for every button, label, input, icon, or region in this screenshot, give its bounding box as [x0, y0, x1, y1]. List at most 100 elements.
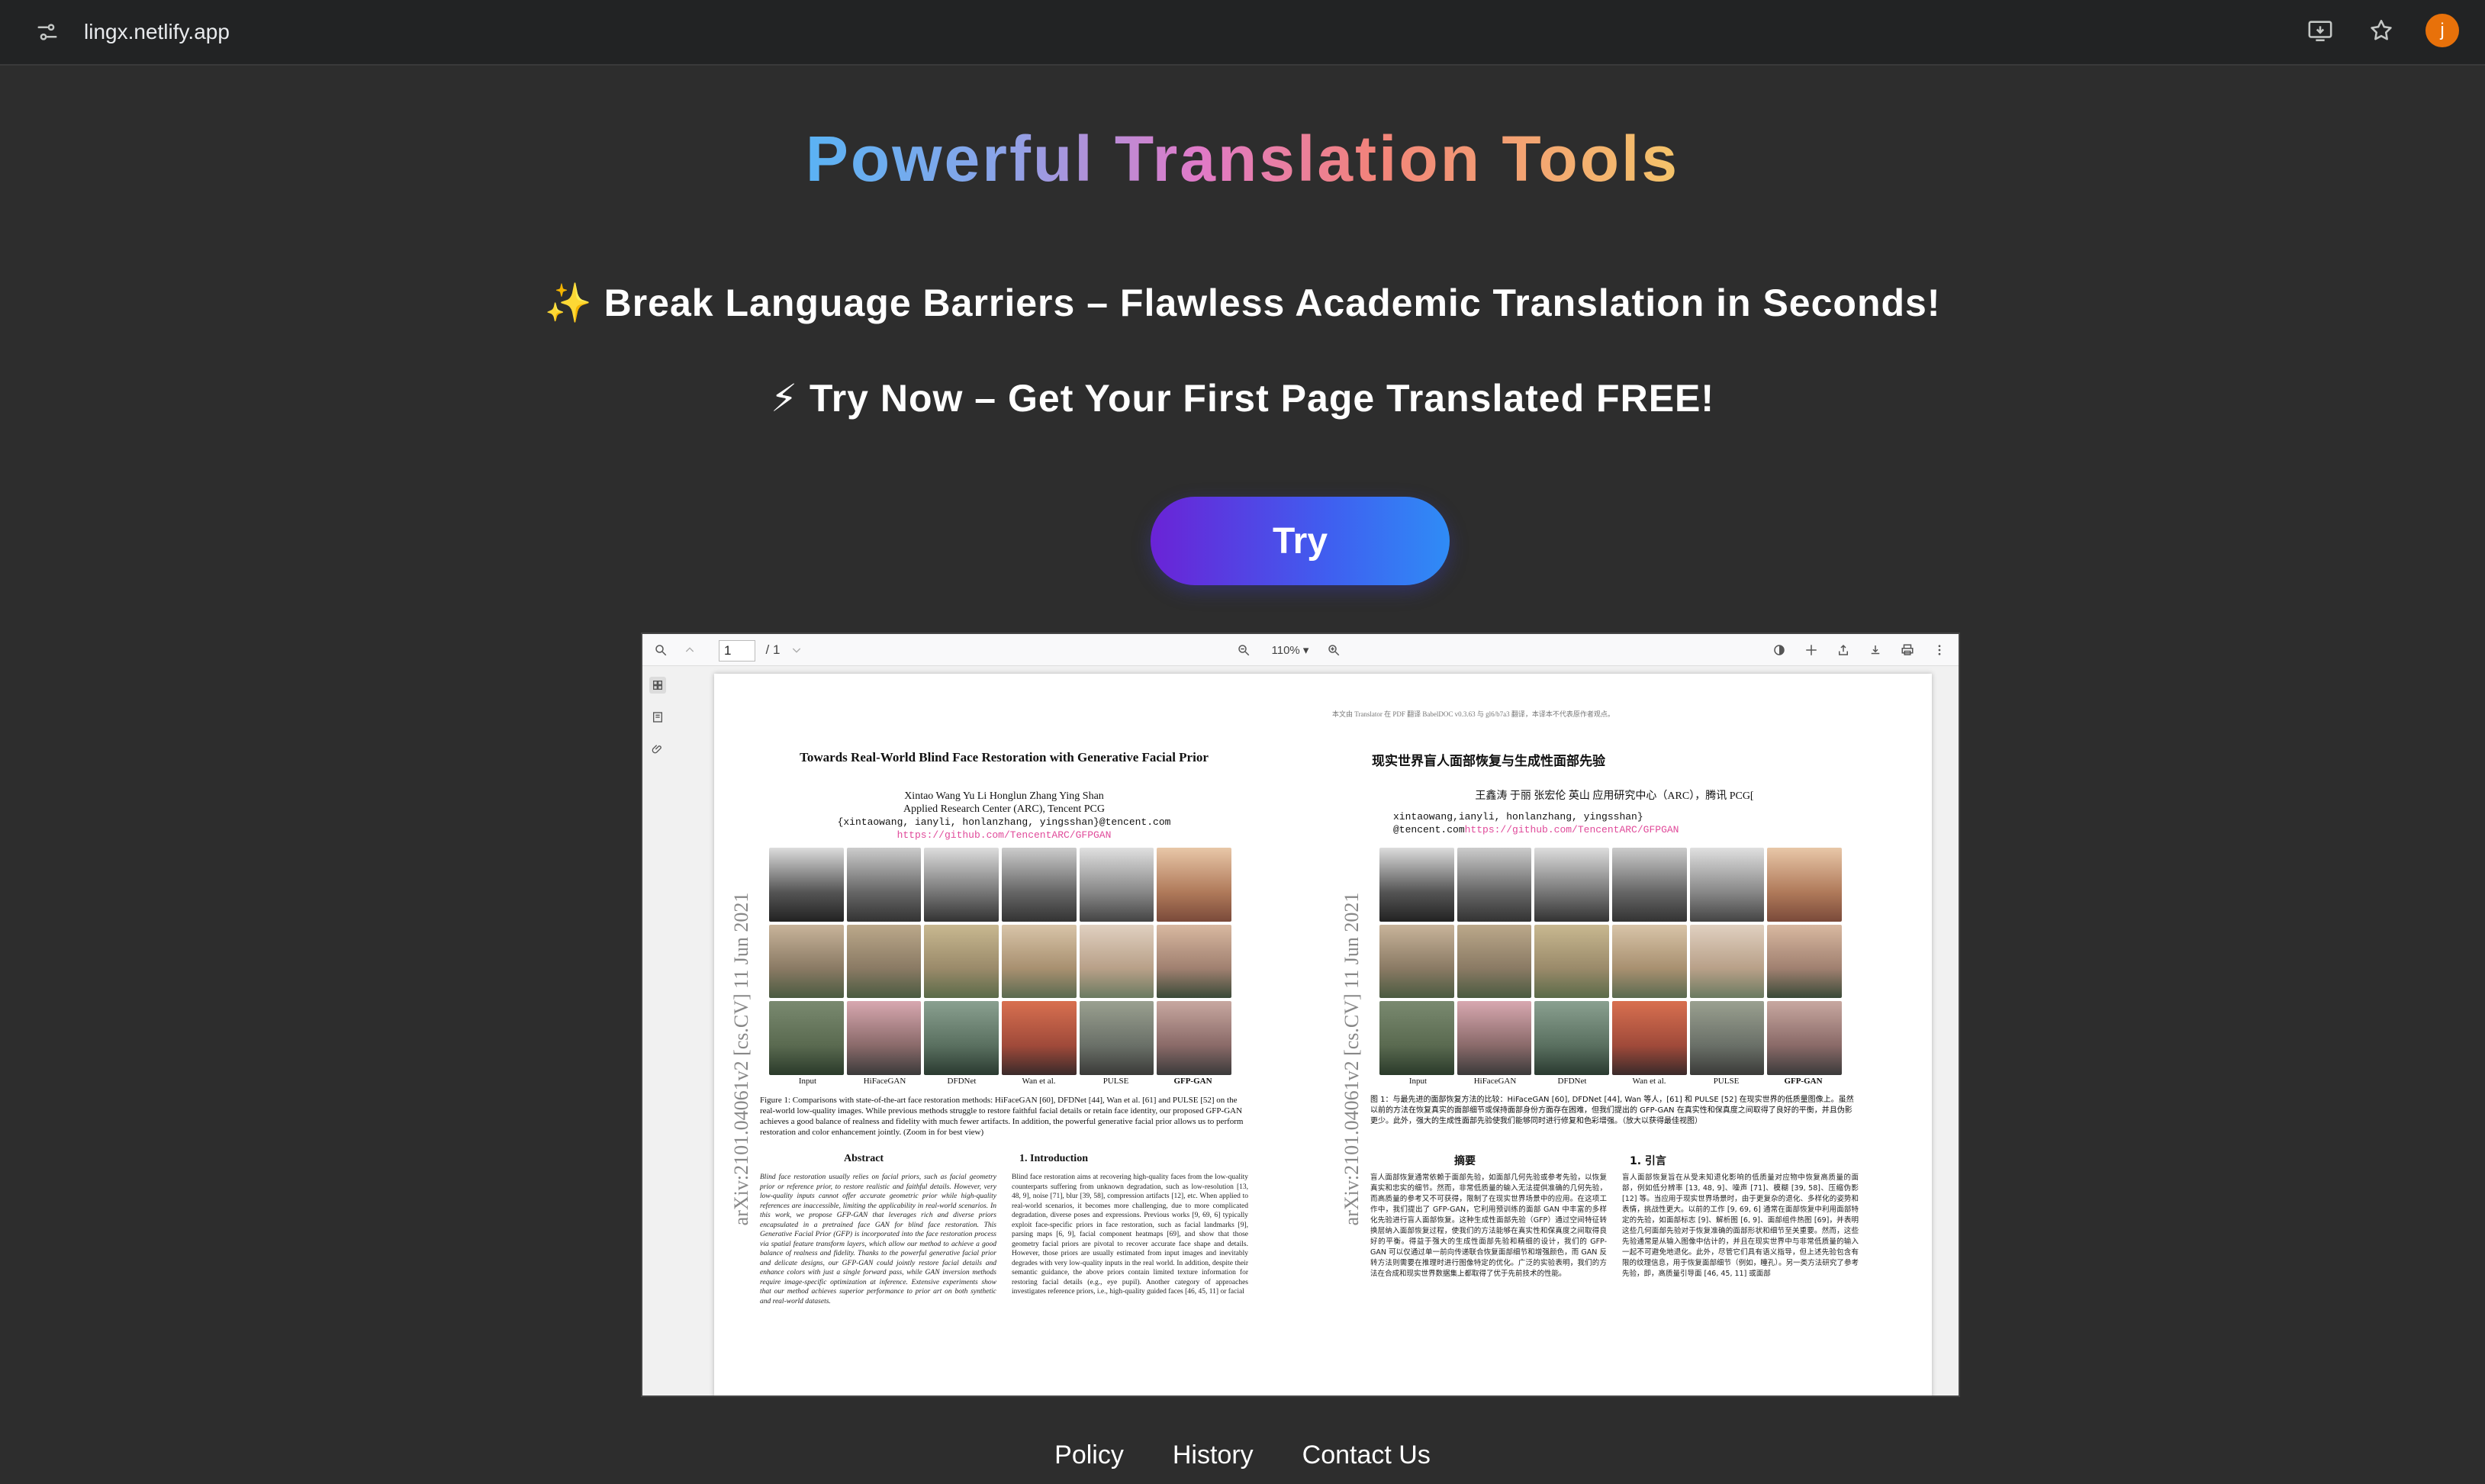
- zoom-out-icon[interactable]: [1234, 641, 1253, 659]
- face-image: [1001, 848, 1077, 922]
- abstract-text: Blind face restoration usually relies on…: [760, 1173, 996, 1305]
- pdf-page: arXiv:2101.04061v2 [cs.CV] 11 Jun 2021 T…: [714, 674, 1932, 1395]
- try-button[interactable]: Try: [1151, 497, 1450, 585]
- face-image: [769, 848, 844, 922]
- footer-link-policy[interactable]: Policy: [1054, 1441, 1124, 1484]
- face-image: [1457, 848, 1532, 922]
- face-label: PULSE: [1102, 1077, 1129, 1086]
- face-image: [1457, 924, 1532, 999]
- chevron-up-icon[interactable]: [681, 641, 699, 659]
- face-comparison-grid: [769, 848, 1231, 1075]
- zoom-level[interactable]: 110% ▾: [1263, 641, 1317, 659]
- face-label: Wan et al.: [1022, 1077, 1056, 1086]
- face-image: [1001, 1001, 1077, 1075]
- face-label: HiFaceGAN: [863, 1077, 906, 1086]
- author-affiliation: Applied Research Center (ARC), Tencent P…: [903, 803, 1105, 815]
- face-label: Input: [798, 1077, 817, 1086]
- github-link[interactable]: https://github.com/TencentARC/GFPGAN: [1465, 824, 1679, 835]
- translated-title: 现实世界盲人面部恢复与生成性面部先验: [1372, 754, 1605, 768]
- page-number-input[interactable]: 1: [719, 640, 755, 662]
- profile-avatar[interactable]: j: [2425, 14, 2459, 47]
- face-image: [1457, 1001, 1532, 1075]
- face-image: [769, 1001, 844, 1075]
- face-image: [1157, 924, 1231, 999]
- intro-heading: 1. Introduction: [1019, 1153, 1088, 1164]
- url-text[interactable]: lingx.netlify.app: [84, 20, 230, 44]
- author-names: 王鑫涛 于丽 张宏伦 英山 应用研究中心（ARC），腾讯 PCG[: [1475, 790, 1754, 802]
- face-label: GFP-GAN: [1173, 1077, 1212, 1086]
- page-total: / 1: [765, 642, 781, 657]
- face-image: [1534, 924, 1609, 999]
- face-image: [1379, 848, 1454, 922]
- more-options-icon[interactable]: [1930, 641, 1949, 659]
- face-image: [1534, 848, 1609, 922]
- browser-toolbar: lingx.netlify.app j: [0, 0, 2485, 66]
- bookmark-star-icon[interactable]: [2364, 14, 2398, 47]
- face-image: [924, 848, 999, 922]
- tagline-primary: ✨ Break Language Barriers – Flawless Aca…: [544, 282, 1941, 324]
- outline-icon[interactable]: [649, 709, 666, 726]
- author-names: Xintao Wang Yu Li Honglun Zhang Ying Sha…: [904, 790, 1104, 802]
- face-image: [924, 924, 999, 999]
- figure-caption: 图 1：与最先进的面部恢复方法的比较：HiFaceGAN [60], DFDNe…: [1370, 1096, 1854, 1125]
- github-link[interactable]: https://github.com/TencentARC/GFPGAN: [760, 829, 1248, 842]
- face-image: [1157, 1001, 1231, 1075]
- intro-text: Blind face restoration aims at recoverin…: [1012, 1173, 1248, 1296]
- face-image: [1689, 924, 1765, 999]
- paper-title: Towards Real-World Blind Face Restoratio…: [800, 750, 1209, 765]
- face-image: [1079, 924, 1154, 999]
- zoom-in-icon[interactable]: [1325, 641, 1343, 659]
- face-image: [769, 924, 844, 999]
- search-icon[interactable]: [652, 641, 670, 659]
- face-image: [1534, 1001, 1609, 1075]
- footer-link-history[interactable]: History: [1173, 1441, 1254, 1484]
- attachment-icon[interactable]: [649, 741, 666, 758]
- face-image: [1611, 924, 1687, 999]
- intro-heading: 1. 引言: [1630, 1155, 1666, 1167]
- contrast-icon[interactable]: [1770, 641, 1788, 659]
- install-app-icon[interactable]: [2303, 14, 2337, 47]
- face-comparison-grid: [1379, 848, 1842, 1075]
- arxiv-stamp: arXiv:2101.04061v2 [cs.CV] 11 Jun 2021: [730, 892, 752, 1226]
- footer-nav: Policy History Contact Us: [0, 1441, 2485, 1484]
- face-image: [1079, 848, 1154, 922]
- print-icon[interactable]: [1898, 641, 1917, 659]
- page-title: Powerful Translation Tools: [805, 123, 1680, 195]
- figure-caption: Figure 1: Comparisons with state-of-the-…: [760, 1096, 1244, 1137]
- face-image: [1611, 1001, 1687, 1075]
- face-image: [1767, 848, 1842, 922]
- abstract-text: 盲人面部恢复通常依赖于面部先验，如面部几何先验或参考先验，以恢复真实和忠实的细节…: [1370, 1173, 1607, 1278]
- tagline-secondary: ⚡ Try Now – Get Your First Page Translat…: [770, 377, 1715, 420]
- abstract-heading: 摘要: [1454, 1155, 1476, 1167]
- share-icon[interactable]: [1834, 641, 1852, 659]
- author-emails-domain: @tencent.com: [1393, 824, 1465, 835]
- face-labels: Input HiFaceGAN DFDNet Wan et al. PULSE …: [769, 1077, 1231, 1086]
- download-icon[interactable]: [1866, 641, 1885, 659]
- pdf-sidebar: [642, 666, 673, 1395]
- chevron-down-icon[interactable]: [787, 641, 806, 659]
- author-emails: {xintaowang, ianyli, honlanzhang, yingss…: [837, 816, 1171, 828]
- face-label: Wan et al.: [1632, 1077, 1666, 1086]
- face-image: [846, 924, 922, 999]
- face-image: [1157, 848, 1231, 922]
- translation-note: 本文由 Translator 在 PDF 翻译 BabelDOC v0.3.63…: [1332, 710, 1614, 718]
- footer-link-contact[interactable]: Contact Us: [1302, 1441, 1431, 1484]
- face-label: Input: [1408, 1077, 1428, 1086]
- arxiv-stamp: arXiv:2101.04061v2 [cs.CV] 11 Jun 2021: [1341, 892, 1363, 1226]
- face-image: [924, 1001, 999, 1075]
- address-bar[interactable]: lingx.netlify.app: [21, 8, 2471, 56]
- face-image: [1611, 848, 1687, 922]
- face-image: [846, 1001, 922, 1075]
- move-icon[interactable]: [1802, 641, 1820, 659]
- abstract-heading: Abstract: [844, 1153, 884, 1164]
- face-image: [1379, 1001, 1454, 1075]
- original-page: arXiv:2101.04061v2 [cs.CV] 11 Jun 2021 T…: [714, 674, 1294, 1395]
- face-image: [1689, 1001, 1765, 1075]
- pdf-preview: 1 / 1 110% ▾ arXiv:2101.04061v2 [cs.CV] …: [641, 633, 1960, 1397]
- author-emails: xintaowang,ianyli, honlanzhang, yingssha…: [1393, 811, 1643, 822]
- face-label: GFP-GAN: [1784, 1077, 1823, 1086]
- face-image: [1689, 848, 1765, 922]
- thumbnails-icon[interactable]: [649, 677, 666, 694]
- site-info-icon[interactable]: [32, 17, 63, 47]
- face-image: [1001, 924, 1077, 999]
